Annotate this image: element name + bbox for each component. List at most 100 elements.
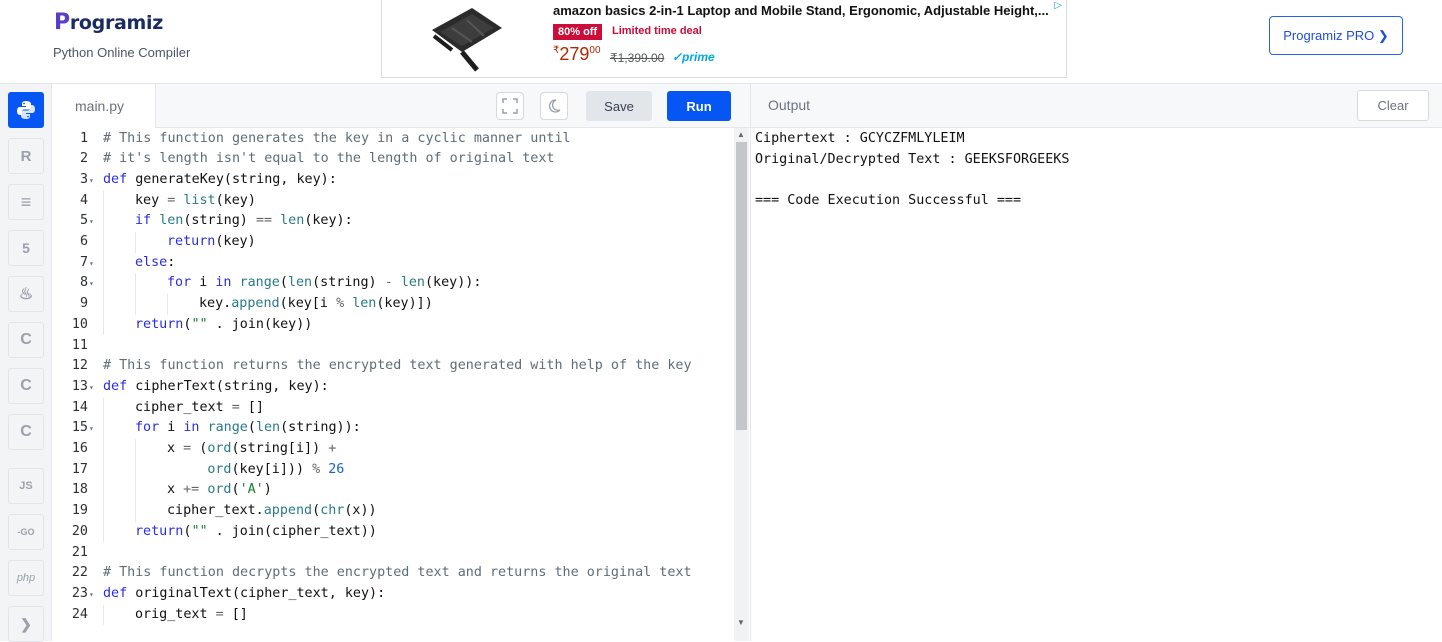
line-number: 1 [79, 130, 88, 146]
line-number: 5 [79, 213, 88, 229]
code-line[interactable]: 8 ▾ for i in range(len(string) - len(key))… [53, 273, 733, 295]
scroll-up-icon[interactable]: ▲ [737, 130, 745, 139]
code-line[interactable]: 12 # This function returns the encrypted … [53, 356, 733, 377]
python-icon[interactable] [8, 92, 44, 128]
code-line[interactable]: 1 # This function generates the key in a … [53, 129, 733, 150]
code-line[interactable]: 2 # it's length isn't equal to the length… [53, 149, 733, 170]
indent-guide [135, 232, 136, 253]
c-language-icon[interactable]: C [8, 322, 44, 358]
code-text: for i in range(len(string)): [135, 420, 361, 436]
clear-button[interactable]: Clear [1357, 90, 1429, 121]
code-text: if len(string) == len(key): [135, 213, 353, 229]
line-number: 21 [71, 544, 88, 560]
code-line[interactable]: 20 return("" . join(cipher_text)) [53, 521, 733, 543]
fold-arrow-icon[interactable]: ▾ [89, 212, 94, 233]
fold-arrow-icon[interactable]: ▾ [89, 419, 94, 440]
line-number: 10 [71, 316, 88, 332]
indent-guide [103, 501, 104, 522]
code-line[interactable]: 9 key.append(key[i % len(key)]) [53, 294, 733, 315]
line-number: 9 [79, 296, 88, 312]
go-language-icon[interactable]: -GO [8, 514, 44, 550]
indent-guide [103, 294, 104, 315]
code-line[interactable]: 16 x = (ord(string[i]) + [53, 439, 733, 460]
code-editor[interactable]: 1 # This function generates the key in a … [53, 128, 750, 641]
code-line[interactable]: 6 return(key) [53, 232, 733, 253]
dark-mode-icon[interactable] [540, 92, 568, 120]
line-number: 24 [71, 606, 88, 622]
line-number: 7 [79, 254, 88, 270]
page-subtitle: Python Online Compiler [53, 45, 191, 60]
code-line[interactable]: 11 [53, 336, 733, 357]
editor-scrollbar-thumb[interactable] [736, 142, 747, 430]
top-header: Programiz Python Online Compiler amazon … [0, 0, 1442, 84]
code-text: # This function decrypts the encrypted t… [103, 565, 692, 581]
csharp-language-icon[interactable]: C [8, 414, 44, 450]
html5-icon[interactable]: 5 [8, 230, 44, 266]
r-language-icon[interactable]: R [8, 138, 44, 174]
indent-guide [103, 314, 104, 336]
code-text: else: [135, 254, 176, 270]
code-text: def originalText(cipher_text, key): [103, 585, 386, 601]
code-text: orig_text = [] [135, 606, 248, 622]
code-line[interactable]: 24 orig_text = [] [53, 604, 733, 626]
scroll-down-icon[interactable]: ▼ [737, 618, 745, 627]
sql-database-icon[interactable]: ≡ [8, 184, 44, 220]
fold-arrow-icon[interactable]: ▾ [89, 254, 94, 275]
code-line[interactable]: 4 key = list(key) [53, 190, 733, 212]
code-line[interactable]: 3 ▾ def generateKey(string, key): [53, 170, 733, 191]
code-line[interactable]: 17 ord(key[i])) % 26 [53, 459, 733, 481]
code-text: ord(key[i])) % 26 [207, 461, 345, 477]
ad-title[interactable]: amazon basics 2-in-1 Laptop and Mobile S… [553, 3, 1049, 18]
indent-guide [103, 252, 104, 274]
code-line[interactable]: 18 x += ord('A') [53, 480, 733, 502]
indent-guide [103, 211, 104, 232]
java-icon[interactable]: ♨ [8, 276, 44, 312]
code-line[interactable]: 7 ▾ else: [53, 252, 733, 275]
line-number: 3 [79, 171, 88, 187]
fold-arrow-icon[interactable]: ▾ [89, 585, 94, 606]
fullscreen-icon[interactable] [496, 92, 524, 120]
code-line[interactable]: 5 ▾ if len(string) == len(key): [53, 211, 733, 232]
line-number: 8 [79, 275, 88, 291]
programiz-logo[interactable]: Programiz [54, 10, 163, 35]
code-text: return("" . join(cipher_text)) [135, 523, 377, 539]
javascript-icon[interactable]: JS [8, 468, 44, 504]
save-button[interactable]: Save [586, 91, 652, 121]
code-text: # This function returns the encrypted te… [103, 358, 692, 374]
indent-guide [103, 418, 104, 439]
code-line[interactable]: 22 # This function decrypts the encrypted… [53, 563, 733, 584]
code-line[interactable]: 23 ▾ def originalText(cipher_text, key): [53, 584, 733, 605]
prime-logo: ✓prime [672, 50, 715, 64]
code-text: # it's length isn't equal to the length … [103, 151, 555, 167]
code-line[interactable]: 21 [53, 543, 733, 564]
tab-main-py[interactable]: main.py [53, 84, 156, 128]
fold-arrow-icon[interactable]: ▾ [89, 274, 94, 295]
language-sidebar: R ≡ 5 ♨ C C C JS -GO php ❯ [0, 84, 52, 642]
code-line[interactable]: 19 cipher_text.append(chr(x)) [53, 501, 733, 522]
php-icon[interactable]: php [8, 560, 44, 596]
ad-price: ₹27900 [553, 44, 601, 64]
line-number: 6 [79, 234, 88, 249]
fold-arrow-icon[interactable]: ▾ [89, 171, 94, 192]
code-line[interactable]: 10 return("" . join(key)) [53, 314, 733, 336]
run-button[interactable]: Run [667, 91, 731, 121]
output-line: Ciphertext : GCYCZFMLYLEIM [755, 131, 965, 146]
indent-guide [103, 232, 104, 253]
indent-guide [103, 521, 104, 543]
advertisement-banner[interactable]: amazon basics 2-in-1 Laptop and Mobile S… [381, 0, 1067, 78]
moon-icon [548, 99, 561, 113]
indent-guide [135, 439, 136, 460]
cpp-language-icon[interactable]: C [8, 368, 44, 404]
ad-info-icon[interactable]: ▷ [1054, 0, 1062, 11]
code-line[interactable]: 14 cipher_text = [] [53, 397, 733, 419]
programiz-pro-button[interactable]: Programiz PRO ❯ [1269, 16, 1403, 55]
code-line[interactable]: 15 ▾ for i in range(len(string)): [53, 418, 733, 439]
line-number: 16 [71, 441, 88, 456]
code-text: x = (ord(string[i]) + [167, 441, 337, 456]
indent-guide [135, 273, 136, 295]
fold-arrow-icon[interactable]: ▾ [89, 378, 94, 399]
code-line[interactable]: 13 ▾ def cipherText(string, key): [53, 377, 733, 398]
line-number: 13 [71, 378, 88, 394]
code-text: # This function generates the key in a c… [103, 130, 571, 146]
swift-icon[interactable]: ❯ [8, 606, 44, 642]
